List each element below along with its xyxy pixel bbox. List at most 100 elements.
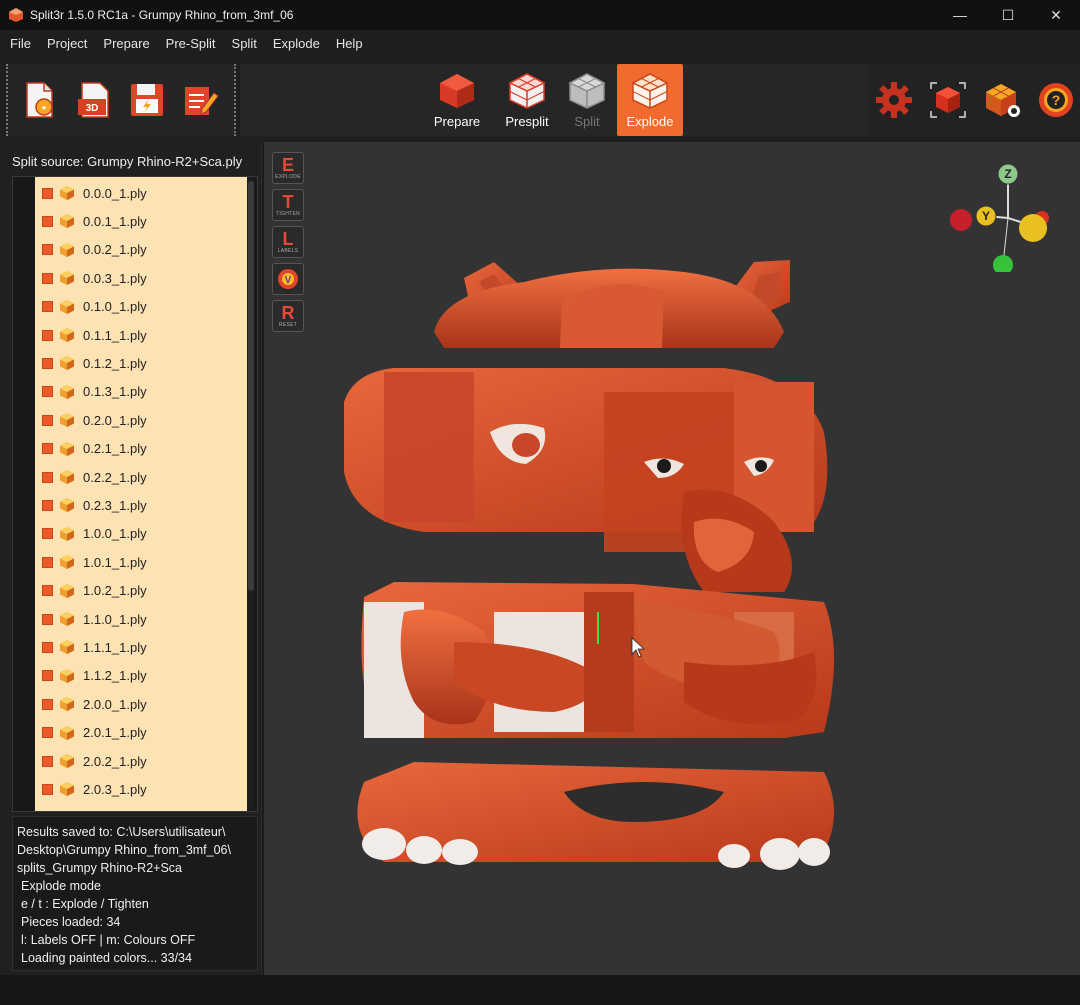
file-list-item[interactable]: 0.0.1_1.ply (35, 207, 247, 235)
viewport-key-e[interactable]: E EXPLODE (272, 152, 304, 184)
file-list-item[interactable]: 0.0.2_1.ply (35, 236, 247, 264)
file-name: 0.0.3_1.ply (83, 270, 147, 286)
viewport-key-l[interactable]: L LABELS (272, 226, 304, 258)
exploded-rhino-model[interactable] (304, 232, 864, 892)
color-swatch[interactable] (42, 755, 53, 767)
file-list-item[interactable]: 0.2.1_1.ply (35, 435, 247, 463)
file-list-item[interactable]: 0.2.3_1.ply (35, 491, 247, 519)
file-list-item[interactable]: 1.1.2_1.ply (35, 662, 247, 690)
x-negative-handle[interactable] (950, 209, 972, 231)
color-swatch[interactable] (42, 499, 53, 511)
svg-text:?: ? (1052, 92, 1061, 108)
file-list-item[interactable]: 2.0.0_1.ply (35, 690, 247, 718)
menu-project[interactable]: Project (39, 30, 95, 58)
help-icon[interactable]: ? (1036, 80, 1076, 120)
file-list[interactable]: 0.0.0_1.ply 0.0.1_1.ply 0.0.2_1.ply 0.0.3_1… (35, 177, 247, 811)
close-button[interactable]: ✕ (1032, 0, 1080, 30)
viewport-key-v[interactable]: V (272, 263, 304, 295)
prepare-mode-label: Prepare (433, 114, 481, 129)
toolbar: ★ 3D Prepare Presplit Split Explode ? (0, 58, 1080, 142)
menu-pre-split[interactable]: Pre-Split (158, 30, 224, 58)
head-top-piece[interactable] (434, 260, 790, 348)
file-list-item[interactable]: 1.0.0_1.ply (35, 520, 247, 548)
color-swatch[interactable] (42, 187, 53, 199)
color-swatch[interactable] (42, 386, 53, 398)
cube-icon (440, 74, 474, 108)
save-icon[interactable] (126, 79, 168, 121)
color-swatch[interactable] (42, 443, 53, 455)
split-mode-button[interactable]: Split (554, 64, 620, 136)
log-line: Loading painted colors... 33/34 (21, 951, 192, 965)
menu-explode[interactable]: Explode (265, 30, 328, 58)
color-swatch[interactable] (42, 613, 53, 625)
file-list-item[interactable]: 0.1.1_1.ply (35, 321, 247, 349)
presplit-mode-button[interactable]: Presplit (494, 64, 560, 136)
mesh-cube-icon (60, 612, 74, 626)
open-3d-icon[interactable]: 3D (72, 79, 114, 121)
mesh-cube-icon (60, 697, 74, 712)
file-name: 0.0.0_1.ply (83, 185, 147, 201)
new-project-icon[interactable]: ★ (18, 79, 60, 121)
file-list-item[interactable]: 2.0.2_1.ply (35, 747, 247, 775)
menu-help[interactable]: Help (328, 30, 371, 58)
arms-piece[interactable] (361, 582, 835, 738)
key-caption: EXPLODE (275, 174, 301, 180)
log-line: e / t : Explode / Tighten (21, 897, 149, 911)
color-swatch[interactable] (42, 357, 53, 369)
menu-prepare[interactable]: Prepare (95, 30, 157, 58)
color-swatch[interactable] (42, 641, 53, 653)
color-swatch[interactable] (42, 556, 53, 568)
3d-viewport[interactable]: E EXPLODE T TIGHTEN L LABELS V R RESET Z Y (264, 142, 1080, 975)
file-list-item[interactable]: 2.0.3_1.ply (35, 775, 247, 803)
face-piece[interactable] (344, 368, 828, 592)
file-list-item[interactable]: 1.1.1_1.ply (35, 633, 247, 661)
color-swatch[interactable] (42, 329, 53, 341)
color-swatch[interactable] (42, 528, 53, 540)
file-list-item[interactable]: 0.1.2_1.ply (35, 349, 247, 377)
prepare-mode-button[interactable]: Prepare (424, 64, 490, 136)
cube-view-icon[interactable] (982, 80, 1022, 120)
file-list-item[interactable]: 1.0.1_1.ply (35, 548, 247, 576)
file-list-item[interactable]: 0.2.0_1.ply (35, 406, 247, 434)
scrollbar-thumb[interactable] (248, 181, 254, 591)
file-list-item[interactable]: 0.0.0_1.ply (35, 179, 247, 207)
left-panel: Split source: Grumpy Rhino-R2+Sca.ply 0.… (0, 142, 262, 975)
key-caption: TIGHTEN (275, 211, 301, 217)
maximize-button[interactable]: ☐ (984, 0, 1032, 30)
view-frame-icon[interactable] (928, 80, 968, 120)
color-swatch[interactable] (42, 698, 53, 710)
color-swatch[interactable] (42, 585, 53, 597)
file-list-item[interactable]: 1.0.2_1.ply (35, 577, 247, 605)
x-axis-handle[interactable] (1019, 214, 1047, 242)
menu-split[interactable]: Split (224, 30, 265, 58)
file-list-item[interactable]: 0.1.3_1.ply (35, 378, 247, 406)
color-swatch[interactable] (42, 215, 53, 227)
file-list-item[interactable]: 0.2.2_1.ply (35, 463, 247, 491)
mesh-cube-icon (60, 271, 74, 286)
minimize-button[interactable]: — (936, 0, 984, 30)
color-swatch[interactable] (42, 301, 53, 313)
color-swatch[interactable] (42, 471, 53, 483)
file-list-item[interactable]: 0.1.0_1.ply (35, 293, 247, 321)
viewport-key-t[interactable]: T TIGHTEN (272, 189, 304, 221)
legs-piece[interactable] (357, 762, 834, 870)
color-swatch[interactable] (42, 727, 53, 739)
color-swatch[interactable] (42, 670, 53, 682)
color-swatch[interactable] (42, 783, 53, 795)
axis-gizmo[interactable]: Z Y (944, 162, 1054, 272)
menu-file[interactable]: File (2, 30, 39, 58)
color-swatch[interactable] (42, 414, 53, 426)
viewport-key-r[interactable]: R RESET (272, 300, 304, 332)
split-mode-label: Split (574, 114, 600, 129)
color-swatch[interactable] (42, 244, 53, 256)
explode-mode-button[interactable]: Explode (617, 64, 683, 136)
file-list-item[interactable]: 2.0.1_1.ply (35, 719, 247, 747)
file-list-item[interactable]: 1.1.0_1.ply (35, 605, 247, 633)
file-list-scrollbar[interactable] (247, 177, 255, 811)
file-name: 0.2.0_1.ply (83, 412, 147, 428)
settings-gear-icon[interactable] (874, 80, 914, 120)
y-negative-handle[interactable] (993, 255, 1013, 272)
color-swatch[interactable] (42, 272, 53, 284)
edit-notes-icon[interactable] (180, 79, 222, 121)
file-list-item[interactable]: 0.0.3_1.ply (35, 264, 247, 292)
